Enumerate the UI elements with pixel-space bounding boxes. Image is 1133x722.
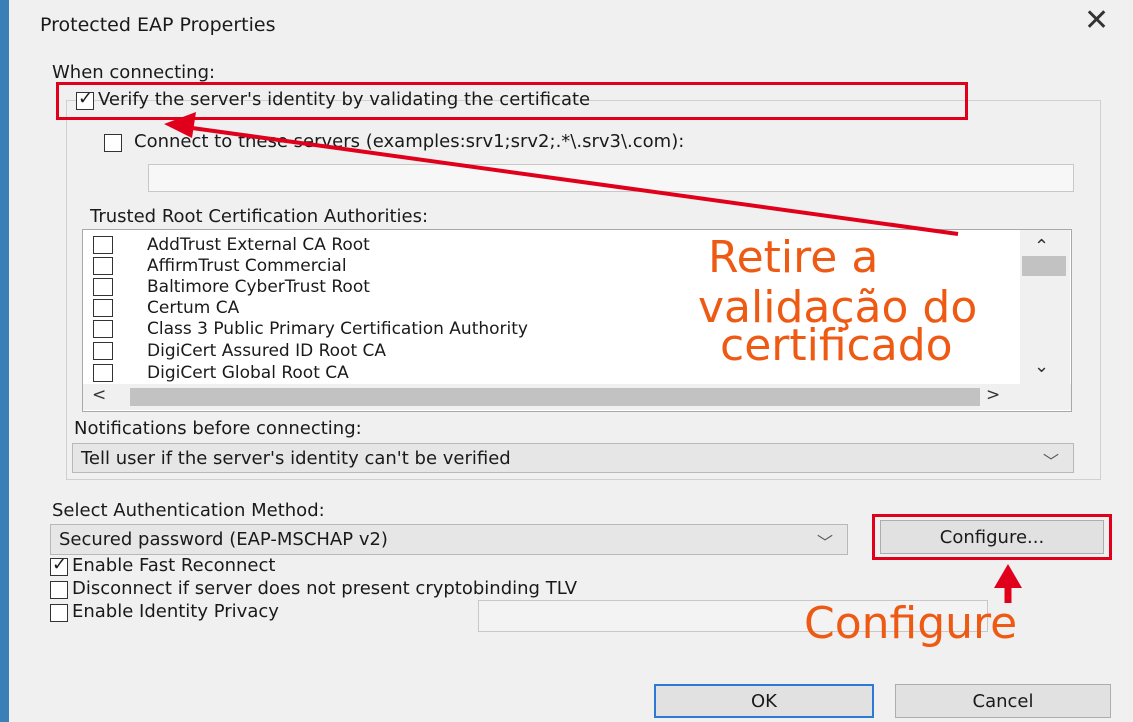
verify-arrow-line: [184, 125, 959, 236]
annotation-text: certificado: [720, 320, 953, 371]
annotation-text: Retire a: [708, 232, 879, 283]
configure-annotation: Configure: [804, 598, 1018, 649]
verify-arrowhead: [164, 112, 196, 138]
configure-arrowhead: [994, 564, 1022, 588]
